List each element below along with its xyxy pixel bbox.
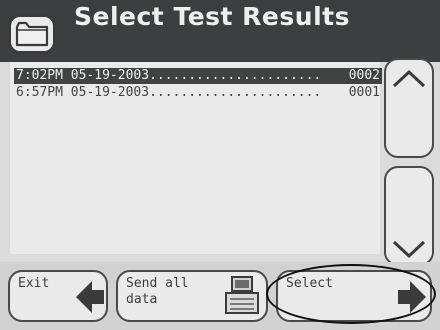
result-time: 7:02PM 05-19-2003 [16, 68, 150, 83]
send-label: Send all data [126, 276, 189, 308]
arrow-left-icon [76, 281, 104, 313]
result-dots: ...................... [149, 68, 322, 83]
result-number: 0001 [348, 85, 380, 100]
printer-icon [225, 276, 259, 314]
send-label-line2: data [126, 292, 158, 307]
page-title: Select Test Results [74, 2, 350, 31]
select-button[interactable]: Select [276, 270, 432, 322]
result-number: 0002 [348, 68, 380, 83]
chevron-up-icon [392, 69, 426, 88]
exit-label: Exit [18, 276, 50, 291]
result-dots: ...................... [149, 85, 322, 100]
scroll-up-button[interactable] [384, 58, 434, 158]
send-all-data-button[interactable]: Send all data [116, 270, 268, 322]
result-row-1[interactable]: 7:02PM 05-19-2003 ......................… [14, 68, 382, 84]
result-row-2[interactable]: 6:57PM 05-19-2003 ......................… [14, 85, 382, 101]
result-time: 6:57PM 05-19-2003 [16, 85, 150, 100]
select-label: Select [286, 276, 333, 291]
exit-button[interactable]: Exit [8, 270, 108, 322]
arrow-right-icon [398, 281, 426, 313]
send-label-line1: Send all [126, 276, 189, 291]
folder-icon [15, 21, 49, 47]
chevron-down-icon [392, 240, 426, 259]
folder-button[interactable] [8, 14, 56, 54]
scroll-down-button[interactable] [384, 166, 434, 266]
